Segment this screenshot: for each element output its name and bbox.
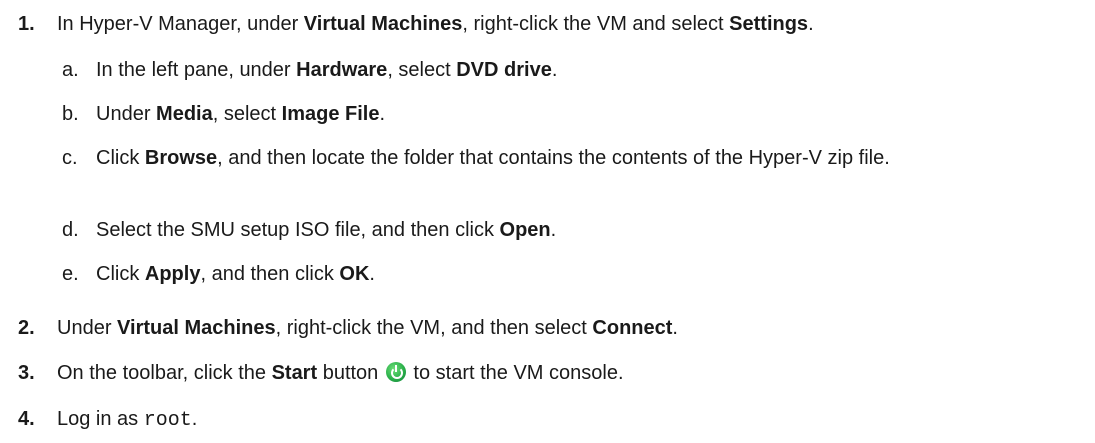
substep-letter: c. (62, 147, 78, 169)
ui-term: Media (156, 103, 213, 125)
step-text: Log in as root. (57, 408, 198, 432)
step-text: In Hyper-V Manager, under Virtual Machin… (57, 13, 814, 35)
step-number: 4. (18, 408, 35, 430)
ui-term: Start (271, 362, 318, 384)
ui-term: DVD drive (456, 59, 552, 81)
substep-letter: b. (62, 103, 79, 125)
substep-letter: a. (62, 59, 79, 81)
ui-term: OK (339, 263, 370, 285)
ui-term: Virtual Machines (117, 317, 276, 339)
substep-letter: e. (62, 263, 79, 285)
ui-term: Image File (281, 103, 380, 125)
substep-text: Click Apply, and then click OK. (96, 263, 375, 285)
start-power-icon (385, 362, 406, 382)
step-text: On the toolbar, click the Start button t… (57, 362, 624, 384)
ui-term: Virtual Machines (303, 13, 463, 35)
ui-term: Browse (144, 147, 218, 169)
ui-term: Settings (729, 13, 809, 35)
step-text: Under Virtual Machines, right-click the … (57, 317, 678, 339)
substep-text: Click Browse, and then locate the folder… (96, 147, 890, 169)
step-number: 2. (18, 317, 35, 339)
ui-term: Apply (144, 263, 201, 285)
ui-term: Hardware (296, 59, 388, 81)
ui-term: Open (499, 219, 551, 241)
substep-text: Under Media, select Image File. (96, 103, 386, 125)
step-number: 3. (18, 362, 35, 384)
ui-term: Connect (592, 317, 673, 339)
substep-letter: d. (62, 219, 79, 241)
document: 1. In Hyper-V Manager, under Virtual Mac… (0, 0, 1095, 443)
substep-text: Select the SMU setup ISO file, and then … (96, 219, 557, 241)
step-number: 1. (18, 13, 35, 35)
inline-code: root (143, 409, 192, 432)
substep-text: In the left pane, under Hardware, select… (96, 59, 558, 81)
